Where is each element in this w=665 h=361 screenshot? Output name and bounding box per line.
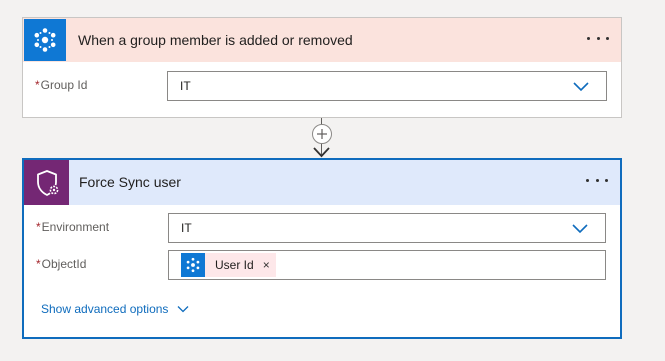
environment-label: *Environment xyxy=(36,220,109,234)
trigger-card: When a group member is added or removed … xyxy=(22,17,622,118)
azure-ad-people-icon xyxy=(181,253,205,277)
add-step-icon[interactable] xyxy=(312,124,332,144)
action-card-header[interactable]: Force Sync user xyxy=(24,160,620,205)
trigger-card-header[interactable]: When a group member is added or removed xyxy=(23,18,621,62)
action-card: Force Sync user *Environment IT *ObjectI… xyxy=(22,158,622,339)
token-label: User Id xyxy=(215,258,254,272)
required-asterisk: * xyxy=(36,220,41,234)
object-id-input[interactable]: User Id × xyxy=(168,250,606,280)
trigger-title: When a group member is added or removed xyxy=(78,32,353,48)
flow-canvas: When a group member is added or removed … xyxy=(0,0,665,361)
required-asterisk: * xyxy=(36,257,41,271)
shield-gear-icon xyxy=(24,160,69,205)
chevron-down-icon[interactable] xyxy=(572,80,590,92)
group-id-label-text: Group Id xyxy=(40,78,88,92)
environment-label-text: Environment xyxy=(41,220,110,234)
chevron-down-icon[interactable] xyxy=(571,222,589,234)
environment-dropdown[interactable]: IT xyxy=(168,213,606,243)
group-id-value: IT xyxy=(180,79,191,93)
show-advanced-options-link[interactable]: Show advanced options xyxy=(41,302,189,316)
advanced-options-label: Show advanced options xyxy=(41,302,169,316)
trigger-more-options-icon[interactable] xyxy=(587,28,609,48)
required-asterisk: * xyxy=(35,78,40,92)
group-id-dropdown[interactable]: IT xyxy=(167,71,607,101)
arrow-down-icon xyxy=(313,147,330,158)
user-id-token[interactable]: User Id × xyxy=(181,253,276,277)
environment-value: IT xyxy=(181,221,192,235)
group-id-label: *Group Id xyxy=(35,78,87,92)
azure-ad-people-icon xyxy=(24,19,66,61)
action-title: Force Sync user xyxy=(79,174,181,190)
object-id-label-text: ObjectId xyxy=(41,257,87,271)
token-remove-icon[interactable]: × xyxy=(263,258,270,272)
object-id-label: *ObjectId xyxy=(36,257,86,271)
chevron-down-icon xyxy=(177,306,189,313)
action-more-options-icon[interactable] xyxy=(586,170,608,190)
